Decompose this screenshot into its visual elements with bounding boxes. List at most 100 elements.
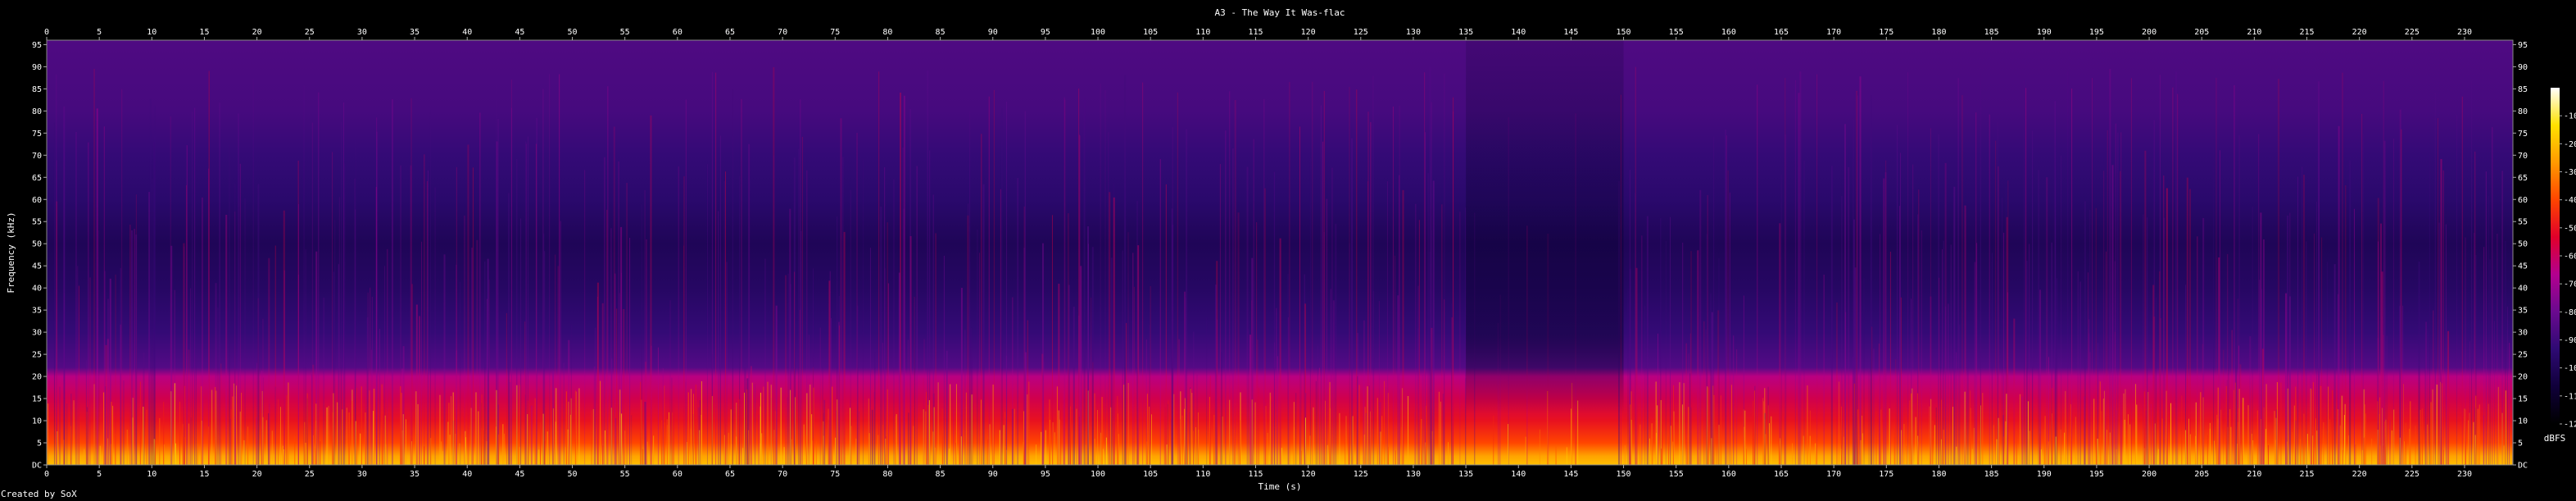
transient-streak: [719, 135, 721, 465]
energy-streak: [567, 429, 569, 465]
energy-streak: [1069, 406, 1071, 465]
transient-streak: [303, 85, 305, 465]
transient-streak: [2379, 223, 2382, 465]
transient-streak: [2025, 260, 2028, 465]
x-tick-label: 220: [2352, 28, 2367, 37]
transient-streak: [993, 89, 995, 465]
transient-streak: [988, 96, 990, 465]
y-tick-label: 20: [2518, 373, 2528, 382]
energy-streak: [730, 409, 732, 465]
transient-streak: [871, 409, 873, 465]
transient-streak: [370, 349, 372, 465]
energy-streak: [2286, 441, 2288, 465]
energy-streak: [986, 439, 988, 465]
energy-streak: [738, 399, 740, 465]
y-axis-label: Frequency (kHz): [6, 212, 16, 293]
energy-streak: [1880, 409, 1882, 465]
energy-streak: [2371, 438, 2373, 465]
energy-streak: [1973, 427, 1975, 465]
transient-streak: [2333, 264, 2336, 465]
energy-streak: [304, 421, 306, 465]
energy-streak: [641, 399, 642, 465]
transient-streak: [190, 417, 192, 465]
energy-streak: [439, 394, 441, 465]
y-tick-label: 40: [32, 285, 42, 294]
transient-streak: [916, 166, 918, 465]
energy-streak: [666, 419, 668, 465]
transient-streak: [2084, 201, 2086, 465]
transient-streak: [884, 268, 886, 465]
energy-streak: [401, 430, 403, 465]
energy-streak: [913, 426, 914, 465]
energy-streak: [887, 389, 888, 465]
energy-streak: [661, 420, 663, 465]
energy-streak: [351, 401, 353, 465]
transient-streak: [1884, 172, 1887, 465]
energy-streak: [1181, 415, 1183, 465]
x-tick-label: 60: [673, 470, 683, 479]
energy-streak: [215, 390, 217, 465]
transient-streak: [1172, 127, 1173, 465]
transient-streak: [2228, 357, 2229, 465]
energy-streak: [153, 439, 155, 465]
transient-streak: [829, 271, 831, 465]
energy-streak: [2267, 444, 2269, 465]
transient-streak: [1415, 203, 1417, 465]
energy-streak: [2430, 402, 2432, 465]
transient-streak: [631, 415, 633, 465]
transient-streak: [524, 394, 526, 465]
energy-streak: [2252, 440, 2254, 465]
energy-streak: [2306, 434, 2308, 465]
energy-streak: [1056, 386, 1058, 465]
energy-streak: [1816, 441, 1817, 465]
x-tick-label: 95: [1041, 28, 1050, 37]
energy-streak: [2436, 385, 2438, 465]
transient-streak: [1100, 84, 1101, 465]
y-tick-label: 90: [2518, 63, 2528, 72]
transient-streak: [56, 160, 57, 465]
transient-streak: [89, 277, 91, 465]
x-tick-label: 225: [2405, 470, 2420, 479]
energy-streak: [1281, 448, 1282, 465]
transient-streak: [2021, 396, 2024, 465]
energy-streak: [2234, 382, 2236, 465]
x-tick-label: 175: [1879, 470, 1893, 479]
energy-streak: [2402, 384, 2404, 465]
transient-streak: [2114, 331, 2116, 465]
energy-streak: [1222, 416, 1223, 465]
transient-streak: [1873, 348, 1875, 465]
energy-streak: [602, 445, 604, 465]
transient-streak: [2383, 80, 2384, 465]
x-tick-label: 140: [1511, 470, 1526, 479]
transient-streak: [1315, 380, 1317, 465]
x-tick-label: 120: [1301, 28, 1316, 37]
transient-streak: [1295, 393, 1297, 465]
energy-streak: [73, 400, 75, 465]
energy-streak: [1045, 430, 1046, 465]
energy-streak: [791, 439, 792, 465]
transient-streak: [1091, 247, 1094, 465]
transient-streak: [323, 298, 325, 465]
transient-streak: [741, 98, 742, 465]
transient-streak: [375, 186, 377, 465]
transient-streak: [1165, 184, 1167, 465]
y-tick-label: 60: [32, 196, 42, 205]
energy-streak: [448, 403, 450, 465]
energy-streak: [1117, 396, 1118, 465]
transient-streak: [1961, 95, 1963, 465]
energy-streak: [146, 409, 147, 465]
transient-streak: [1219, 164, 1221, 465]
x-tick-label: 85: [936, 470, 946, 479]
energy-streak: [1052, 421, 1054, 465]
colorbar-tick-label: -110: [2564, 392, 2576, 401]
x-tick-label: 135: [1458, 470, 1473, 479]
energy-streak: [306, 393, 308, 465]
x-tick-label: 185: [1984, 470, 1999, 479]
transient-streak: [775, 305, 778, 465]
energy-streak: [241, 392, 243, 465]
chart-title: A3 - The Way It Was-flac: [1215, 7, 1345, 18]
energy-streak: [1060, 421, 1062, 465]
y-tick-label: 50: [32, 240, 42, 249]
transient-streak: [843, 231, 846, 465]
x-tick-label: 25: [305, 470, 315, 479]
